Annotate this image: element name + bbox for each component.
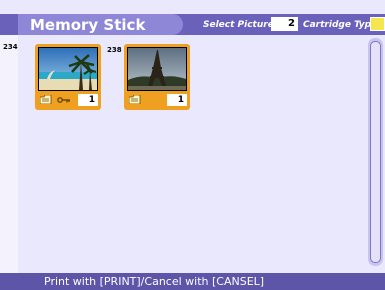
cartridge-type-label: Cartridge Type	[303, 20, 378, 30]
print-quantity[interactable]: 1	[78, 94, 98, 106]
thumbnail-number: 238	[107, 46, 122, 54]
folder-icon	[129, 95, 141, 104]
key-icon	[57, 97, 70, 103]
beach-photo	[38, 47, 98, 91]
folder-icon	[40, 95, 52, 104]
thumbnail-number: 234	[3, 43, 18, 51]
scrollbar[interactable]	[368, 38, 383, 266]
print-screen: Memory Stick Select Pictures 2 Cartridge…	[0, 0, 385, 290]
scrollbar-thumb[interactable]	[370, 41, 381, 263]
cartridge-indicator	[370, 17, 385, 31]
thumbnail-palm-beach[interactable]: 1	[35, 44, 101, 110]
eiffel-photo	[127, 47, 187, 91]
thumbnail-eiffel-tower[interactable]: 1	[124, 44, 190, 110]
select-count: 2	[271, 17, 298, 31]
select-pictures-label: Select Pictures	[203, 20, 280, 30]
thumbnail-status-bar: 1	[127, 93, 187, 107]
left-margin	[0, 35, 18, 273]
page-title: Memory Stick	[30, 16, 146, 34]
footer-instructions: Print with [PRINT]/Cancel with [CANSEL]	[44, 275, 265, 288]
thumbnail-status-bar: 1	[38, 93, 98, 107]
print-quantity[interactable]: 1	[167, 94, 187, 106]
